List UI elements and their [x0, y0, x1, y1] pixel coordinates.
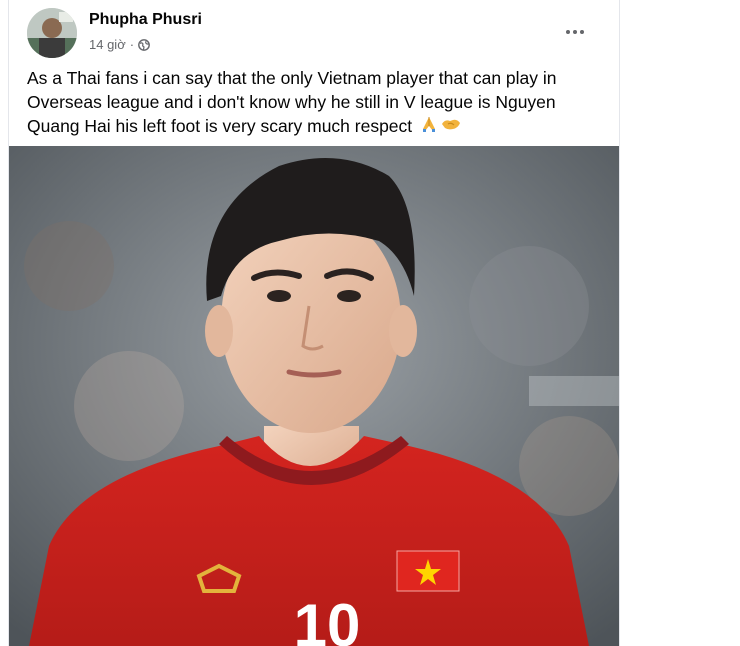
author-avatar[interactable]	[27, 8, 77, 58]
jersey-number: 10	[294, 592, 361, 646]
post-text-block: As a Thai fans i can say that the only V…	[27, 66, 612, 139]
globe-icon[interactable]	[138, 38, 150, 51]
more-dot	[566, 30, 570, 34]
more-options-icon[interactable]	[557, 18, 593, 46]
post-meta: 14 giờ ·	[89, 37, 150, 52]
post-photo[interactable]: 10	[9, 146, 619, 646]
more-dot	[580, 30, 584, 34]
facebook-post: Phupha Phusri 14 giờ · As a Thai fans i …	[8, 0, 620, 646]
post-header: Phupha Phusri 14 giờ ·	[9, 0, 619, 62]
folded-hands-icon	[420, 115, 438, 139]
handshake-icon	[441, 115, 461, 139]
post-timestamp[interactable]: 14 giờ	[89, 37, 126, 52]
more-dot	[573, 30, 577, 34]
author-name[interactable]: Phupha Phusri	[89, 11, 202, 29]
post-text: As a Thai fans i can say that the only V…	[27, 68, 557, 136]
meta-separator: ·	[129, 37, 135, 52]
